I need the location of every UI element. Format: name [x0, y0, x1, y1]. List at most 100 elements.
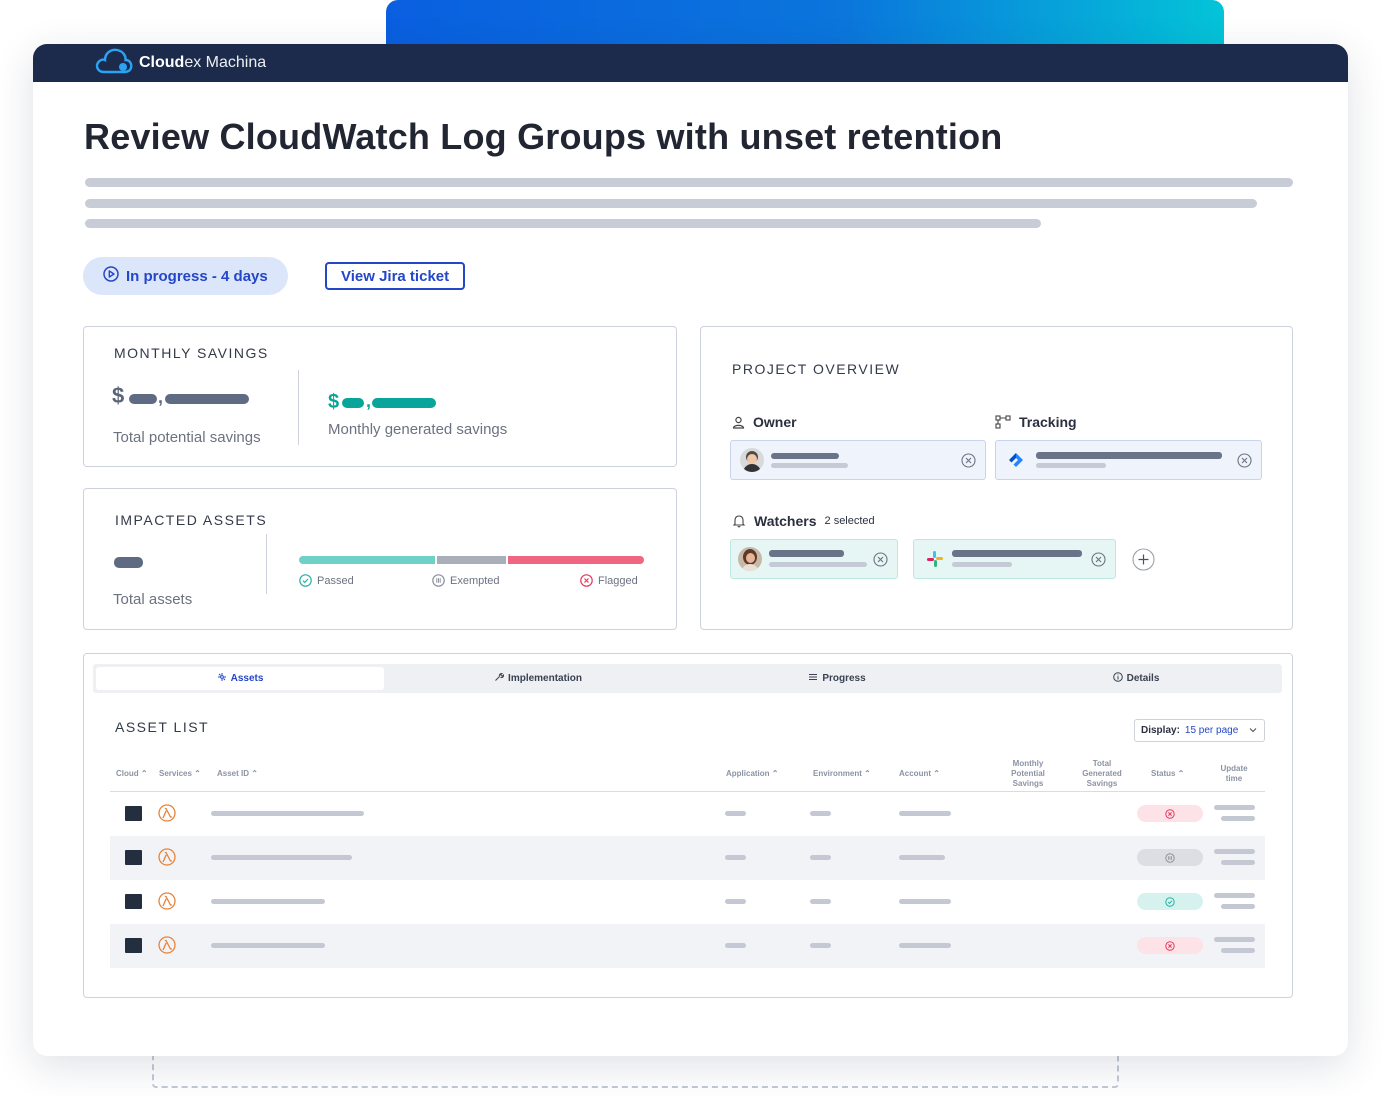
project-overview-title: PROJECT OVERVIEW: [732, 361, 901, 377]
lambda-icon: [158, 848, 176, 866]
brand-name-light: ex Machina: [184, 54, 267, 71]
aws-logo-icon: [125, 894, 142, 909]
owner-name-placeholder: [771, 453, 839, 459]
watchers-heading: Watchers 2 selected: [732, 513, 875, 529]
owner-label: Owner: [753, 414, 797, 430]
tracking-label: Tracking: [1019, 414, 1077, 430]
cloud-icon: [95, 47, 133, 80]
table-row[interactable]: [110, 880, 1265, 924]
x-circle-icon: [580, 574, 593, 587]
display-value: 15 per page: [1184, 725, 1239, 736]
update-time-placeholder: [1214, 937, 1255, 942]
column-header-asset-id[interactable]: Asset ID ⌃: [217, 769, 258, 779]
remove-watcher-icon[interactable]: [1091, 552, 1106, 572]
total-assets-value-placeholder: [114, 557, 143, 568]
environment-placeholder: [810, 855, 831, 860]
environment-placeholder: [810, 811, 831, 816]
watcher-name-placeholder: [952, 550, 1082, 557]
generated-savings-label: Monthly generated savings: [328, 421, 508, 438]
check-circle-icon: [1165, 896, 1175, 907]
watcher-chip[interactable]: [913, 539, 1116, 579]
add-watcher-button[interactable]: [1132, 548, 1155, 576]
watcher-email-placeholder: [769, 562, 867, 567]
application-placeholder: [725, 943, 746, 948]
divider: [298, 370, 299, 445]
status-badge: In progress - 4 days: [83, 257, 288, 295]
aws-logo-icon: [125, 938, 142, 953]
remove-tracking-icon[interactable]: [1237, 453, 1252, 473]
table-row[interactable]: [110, 924, 1265, 968]
x-circle-icon: [1165, 808, 1175, 819]
column-header-application[interactable]: Application ⌃: [726, 769, 779, 779]
titlebar: Cloudex Machina: [33, 44, 1348, 82]
tab-implementation[interactable]: Implementation: [393, 667, 683, 690]
monthly-savings-title: MONTHLY SAVINGS: [114, 345, 269, 361]
update-time-placeholder: [1221, 816, 1255, 821]
tracking-field[interactable]: [995, 440, 1262, 480]
asset-id-placeholder: [211, 899, 325, 904]
watcher-name-placeholder: [769, 550, 844, 557]
page-size-select[interactable]: Display: 15 per page: [1134, 719, 1265, 742]
potential-value-placeholder: [165, 394, 249, 404]
column-header-environment[interactable]: Environment ⌃: [813, 769, 871, 779]
jira-icon: [1008, 452, 1024, 473]
generated-currency: $: [328, 391, 340, 413]
user-icon: [732, 416, 745, 429]
flagged-segment: [507, 556, 644, 564]
project-overview-card: PROJECT OVERVIEW Owner Tracking Watchers…: [700, 326, 1293, 630]
description-line: [85, 178, 1293, 187]
brand-name-bold: Cloud: [139, 54, 185, 71]
account-placeholder: [899, 855, 945, 860]
remove-watcher-icon[interactable]: [873, 552, 888, 572]
asset-id-placeholder: [211, 811, 364, 816]
watcher-chip[interactable]: [730, 539, 898, 579]
column-header-account[interactable]: Account ⌃: [899, 769, 940, 779]
total-assets-label: Total assets: [113, 591, 193, 608]
info-icon: [1112, 672, 1123, 685]
owner-field[interactable]: [730, 440, 986, 480]
tab-details[interactable]: Details: [991, 667, 1281, 690]
tab-bar: Assets Implementation Progress Details: [93, 664, 1282, 693]
divider: [266, 534, 267, 594]
potential-savings-label: Total potential savings: [113, 429, 261, 446]
wrench-icon: [494, 672, 505, 685]
tab-assets[interactable]: Assets: [96, 667, 384, 690]
brand-logo[interactable]: Cloudex Machina: [95, 47, 266, 80]
check-circle-icon: [299, 574, 312, 587]
column-header-cloud[interactable]: Cloud ⌃: [116, 769, 148, 779]
ticket-id-placeholder: [1036, 463, 1106, 468]
owner-email-placeholder: [771, 463, 848, 468]
tab-progress[interactable]: Progress: [692, 667, 982, 690]
table-row[interactable]: [110, 792, 1265, 836]
column-header-monthly-potential-savings[interactable]: Monthly Potential Savings: [1002, 759, 1054, 789]
column-header-update-time[interactable]: Update time: [1214, 764, 1254, 784]
environment-placeholder: [810, 899, 831, 904]
update-time-placeholder: [1214, 849, 1255, 854]
description-line: [85, 199, 1257, 208]
tracking-heading: Tracking: [995, 414, 1077, 430]
avatar: [740, 448, 764, 472]
passed-segment: [299, 556, 436, 564]
status-label: In progress - 4 days: [126, 267, 268, 285]
lambda-icon: [158, 892, 176, 910]
legend-flagged-label: Flagged: [598, 574, 638, 587]
watcher-channel-placeholder: [952, 562, 1012, 567]
table-row[interactable]: [110, 836, 1265, 880]
environment-placeholder: [810, 943, 831, 948]
asset-distribution-bar: [299, 556, 644, 564]
generated-value-placeholder: [342, 398, 364, 408]
legend-exempted: Exempted: [432, 574, 500, 587]
application-placeholder: [725, 855, 746, 860]
list-icon: [808, 672, 818, 685]
view-jira-ticket-button[interactable]: View Jira ticket: [325, 262, 466, 290]
remove-owner-icon[interactable]: [961, 453, 976, 473]
x-circle-icon: [1165, 940, 1175, 951]
column-header-status[interactable]: Status ⌃: [1151, 769, 1184, 779]
slack-icon: [926, 550, 944, 573]
potential-currency: $: [112, 383, 125, 408]
legend-passed-label: Passed: [317, 574, 354, 587]
owner-heading: Owner: [732, 414, 797, 430]
column-header-total-generated-savings[interactable]: Total Generated Savings: [1074, 759, 1130, 789]
column-header-services[interactable]: Services ⌃: [159, 769, 201, 779]
assets-icon: [217, 672, 227, 685]
